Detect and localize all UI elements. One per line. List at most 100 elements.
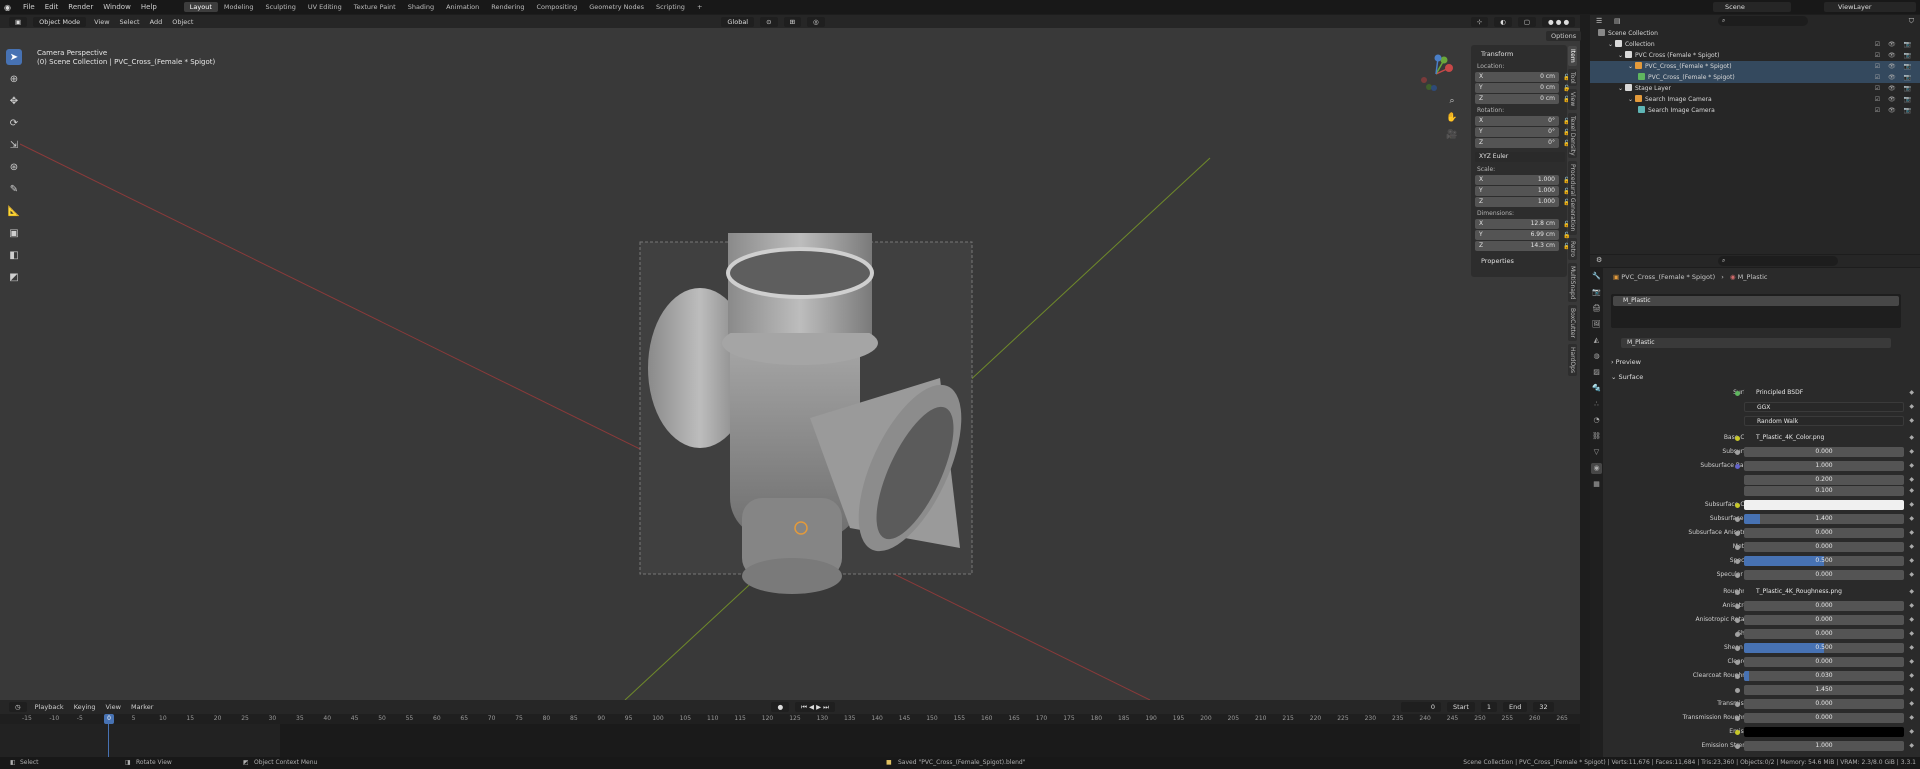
scene-selector[interactable]: Scene [1713,2,1791,12]
prop-number-field[interactable]: 1.000 [1744,741,1904,751]
prop-number-field[interactable]: 1.000 [1744,461,1904,471]
keyframe-icon[interactable]: ◆ [1909,514,1914,524]
prop-number-field[interactable]: 0.100 [1744,486,1904,496]
tab-rendering[interactable]: Rendering [485,2,530,12]
prop-number-field[interactable]: 0.000 [1744,713,1904,723]
tab-sculpting[interactable]: Sculpting [259,2,301,12]
dimensions-y-field[interactable]: Y 6.99 cm 🔓 [1475,230,1570,240]
prop-number-field[interactable]: 0.030 [1744,671,1904,681]
physics-tab-icon[interactable]: ◔ [1591,415,1602,426]
prop-number-field[interactable]: 0.000 [1744,542,1904,552]
tab-modeling[interactable]: Modeling [218,2,260,12]
socket-icon[interactable] [1735,702,1740,707]
properties-search-input[interactable]: ⌕ [1718,256,1838,266]
outliner-search-input[interactable]: ⌕ [1718,16,1808,26]
move-icon[interactable]: ✥ [6,93,22,109]
rotate-icon[interactable]: ⟳ [6,115,22,131]
playback-controls-icon[interactable]: ⏮ ◀ ▶ ⏭ [795,702,836,712]
color-swatch[interactable] [1744,500,1904,510]
expand-arrow-icon[interactable]: ⌄ [1628,63,1635,70]
tab-animation[interactable]: Animation [440,2,485,12]
3d-viewport[interactable] [0,28,1580,700]
socket-icon[interactable] [1735,646,1740,651]
view-layer-tab-icon[interactable]: 🖼 [1591,319,1602,330]
socket-icon[interactable] [1735,531,1740,536]
scale-icon[interactable]: ⇲ [6,137,22,153]
socket-icon[interactable] [1735,674,1740,679]
location-y-field[interactable]: Y0 cm 🔓 [1475,83,1570,93]
outliner-item[interactable]: Search Image Camera ☑ 👁 📷 [1590,105,1920,116]
prop-number-field[interactable]: 1.400 [1744,514,1904,524]
scale-x-field[interactable]: X 1.000 🔓 [1475,175,1570,185]
socket-icon[interactable] [1735,590,1740,595]
sidebar-tab-view[interactable]: View [1568,89,1577,110]
menu-render[interactable]: Render [63,3,98,11]
socket-icon[interactable] [1735,688,1740,693]
socket-icon[interactable] [1735,716,1740,721]
add-workspace-button[interactable]: + [691,2,708,12]
tab-shading[interactable]: Shading [402,2,440,12]
visibility-icons[interactable]: ☑ 👁 📷 [1875,83,1914,94]
prop-number-field[interactable]: 0.000 [1744,528,1904,538]
prop-number-field[interactable]: 0.000 [1744,447,1904,457]
keyframe-icon[interactable]: ◆ [1909,629,1914,639]
prop-number-field[interactable]: 0.500 [1744,556,1904,566]
socket-icon[interactable] [1735,545,1740,550]
location-x-field[interactable]: X0 cm 🔓 [1475,72,1570,82]
overlay-icon[interactable]: ◐ [1494,16,1512,27]
timeline-menu-playback[interactable]: Playback [30,703,69,711]
properties-editor-icon[interactable]: ⚙ [1596,256,1602,264]
keyframe-icon[interactable]: ◆ [1909,671,1914,681]
surface-panel-header[interactable]: ⌄ Surface [1611,373,1643,381]
keyframe-icon[interactable]: ◆ [1909,388,1914,398]
gizmo-icon[interactable]: ⊹ [1470,16,1489,27]
tab-geometry-nodes[interactable]: Geometry Nodes [583,2,650,12]
menu-edit[interactable]: Edit [40,3,64,11]
keyframe-icon[interactable]: ◆ [1909,556,1914,566]
visibility-icons[interactable]: ☑ 👁 📷 [1875,94,1914,105]
outliner-item[interactable]: Scene Collection [1590,28,1920,39]
keyframe-icon[interactable]: ◆ [1909,727,1914,737]
filter-icon[interactable]: ⛉ [1909,17,1914,26]
expand-arrow-icon[interactable]: ⌄ [1628,96,1635,103]
annotate-icon[interactable]: ✎ [6,181,22,197]
end-frame-field[interactable]: 32 [1533,702,1554,712]
start-frame-field[interactable]: 1 [1480,702,1498,712]
data-tab-icon[interactable]: ▽ [1591,447,1602,458]
constraints-tab-icon[interactable]: ⛓ [1591,431,1602,442]
prop-number-field[interactable]: 0.000 [1744,699,1904,709]
sidebar-tab-multisnapd[interactable]: MultiSnapd [1568,262,1577,303]
keyframe-icon[interactable]: ◆ [1909,657,1914,667]
prop-dropdown[interactable]: GGX [1744,402,1904,412]
keyframe-icon[interactable]: ◆ [1909,486,1914,496]
keyframe-icon[interactable]: ◆ [1909,461,1914,471]
tab-texture-paint[interactable]: Texture Paint [348,2,402,12]
rotation-mode-selector[interactable]: XYZ Euler [1475,152,1565,162]
prop-dropdown[interactable]: Random Walk [1744,416,1904,426]
expand-arrow-icon[interactable]: ⌄ [1618,52,1625,59]
socket-icon[interactable] [1735,660,1740,665]
menu-help[interactable]: Help [136,3,162,11]
keyframe-icon[interactable]: ◆ [1909,713,1914,723]
record-icon[interactable]: ● [771,702,790,712]
outliner-item[interactable]: ⌄ PVC_Cross_(Female * Spigot) ☑ 👁 📷 [1590,61,1920,72]
timeline-menu-marker[interactable]: Marker [126,703,158,711]
viewport-menu-add[interactable]: Add [145,18,168,26]
orientation-selector[interactable]: Global [721,16,755,27]
add-cube-icon[interactable]: ▣ [6,225,22,241]
keyframe-icon[interactable]: ◆ [1909,601,1914,611]
socket-icon[interactable] [1735,436,1740,441]
socket-icon[interactable] [1735,450,1740,455]
keyframe-icon[interactable]: ◆ [1909,528,1914,538]
color-swatch[interactable] [1744,727,1904,737]
timeline-ruler[interactable]: -15 -10 -5 0 5 10 15 20 25 30 35 40 45 50 55 60 65 70 75 80… [0,714,1580,724]
keyframe-icon[interactable]: ◆ [1909,475,1914,485]
menu-window[interactable]: Window [98,3,136,11]
proportional-edit-icon[interactable]: ◎ [807,16,825,27]
keyframe-icon[interactable]: ◆ [1909,542,1914,552]
expand-arrow-icon[interactable]: ⌄ [1608,41,1615,48]
sidebar-tab-retro[interactable]: Retro [1568,237,1577,260]
rotation-y-field[interactable]: Y 0° 🔓 [1475,127,1570,137]
socket-icon[interactable] [1735,464,1740,469]
scale-y-field[interactable]: Y 1.000 🔓 [1475,186,1570,196]
